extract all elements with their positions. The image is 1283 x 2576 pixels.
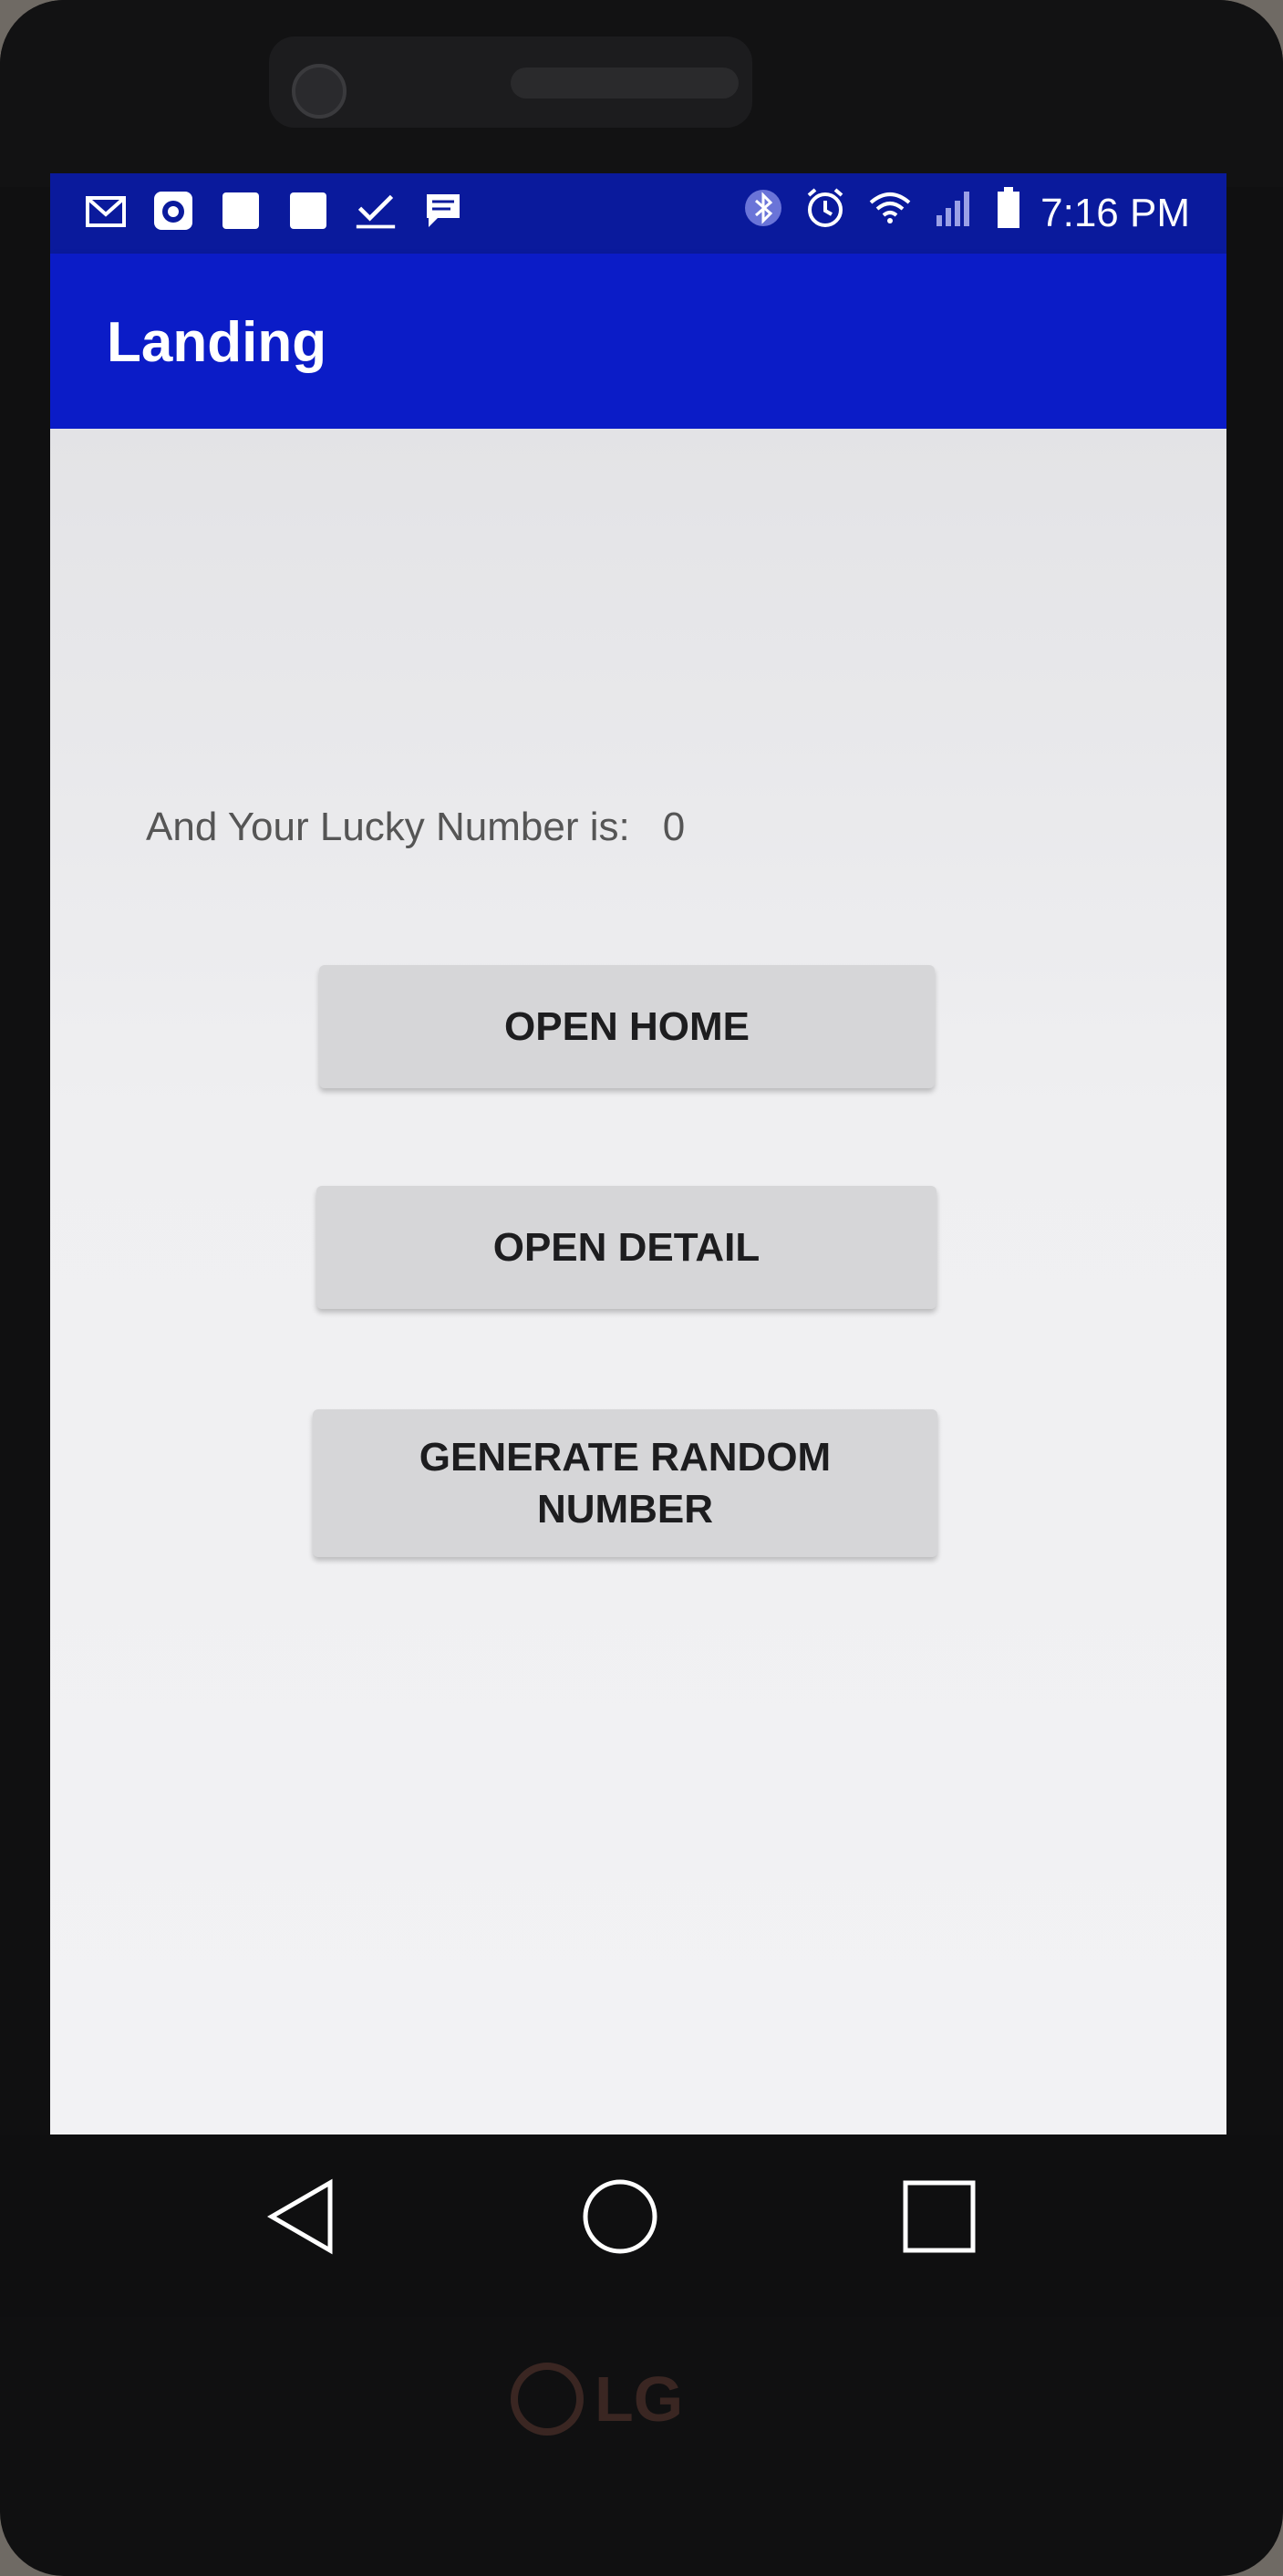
front-camera-icon <box>292 64 347 119</box>
recents-icon[interactable] <box>894 2171 985 2262</box>
open-home-button[interactable]: OPEN HOME <box>319 965 935 1088</box>
message-icon <box>422 190 464 232</box>
battery-icon <box>997 187 1020 239</box>
brand-logo: LG <box>511 2363 683 2436</box>
lucky-number-row: And Your Lucky Number is: 0 <box>146 805 685 850</box>
camera-notification-icon <box>152 190 194 232</box>
brand-name: LG <box>595 2363 684 2435</box>
phone-device: 7:16 PM Landing And Your Lucky Number is… <box>0 0 1283 2576</box>
alarm-icon <box>803 186 847 240</box>
home-icon[interactable] <box>574 2171 666 2262</box>
clock-time: 7:16 PM <box>1040 190 1190 235</box>
notification-icons <box>85 190 464 232</box>
square-notification-icon <box>287 190 329 232</box>
signal-icon <box>933 188 977 238</box>
screen: 7:16 PM Landing And Your Lucky Number is… <box>50 173 1226 2135</box>
lucky-number-value: 0 <box>662 805 686 849</box>
lg-logo-icon <box>511 2363 584 2436</box>
square-notification-icon <box>220 190 262 232</box>
back-icon[interactable] <box>255 2171 347 2262</box>
navigation-bar <box>0 2135 1283 2317</box>
page-title: Landing <box>107 311 327 374</box>
gmail-icon <box>85 190 127 232</box>
lucky-number-label: And Your Lucky Number is: <box>146 805 630 849</box>
open-detail-button[interactable]: OPEN DETAIL <box>316 1186 936 1309</box>
bluetooth-icon <box>743 188 783 238</box>
wifi-icon <box>867 190 913 236</box>
status-bar: 7:16 PM <box>50 173 1226 254</box>
checkmark-notification-icon <box>355 190 397 232</box>
system-status-icons: 7:16 PM <box>743 186 1190 240</box>
generate-random-number-button[interactable]: GENERATE RANDOM NUMBER <box>313 1409 937 1557</box>
earpiece-speaker <box>511 68 739 99</box>
app-bar: Landing <box>50 254 1226 429</box>
